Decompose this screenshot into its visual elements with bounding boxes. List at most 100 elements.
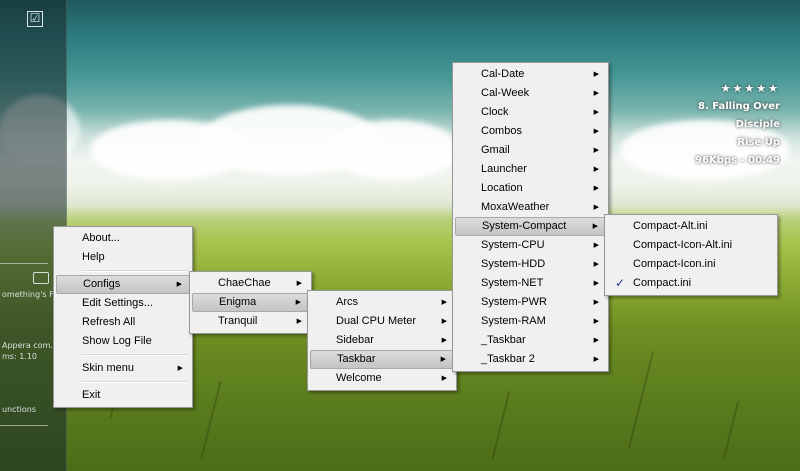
menu-item-clock[interactable]: Clock ▶ [455,103,606,122]
menu-item-arcs[interactable]: Arcs ▶ [310,293,454,312]
submenu-arrow-icon: ▶ [296,318,302,325]
menu-item-about[interactable]: About... [56,229,190,248]
menu-item-gmail[interactable]: Gmail ▶ [455,141,606,160]
menu-item-moxaweather[interactable]: MoxaWeather ▶ [455,198,606,217]
menu-item-skin-menu[interactable]: Skin menu ▶ [56,359,190,378]
menu-item-compact-ini[interactable]: ✓ Compact.ini [607,274,775,293]
menu-item-welcome[interactable]: Welcome ▶ [310,369,454,388]
menu-item-label: _Taskbar [481,334,526,346]
menu-item-configs[interactable]: Configs ▶ [56,275,190,294]
submenu-taskbar: Cal-Date ▶ Cal-Week ▶ Clock ▶ Combos ▶ Gmail ▶ Lau… [452,62,609,372]
submenu-arrow-icon: ▶ [176,281,182,288]
submenu-arrow-icon: ▶ [593,185,599,192]
menu-item-label: Cal-Week [481,87,530,99]
submenu-arrow-icon: ▶ [593,90,599,97]
menu-item-dual-cpu-meter[interactable]: Dual CPU Meter ▶ [310,312,454,331]
menu-item-taskbar[interactable]: _Taskbar ▶ [455,331,606,350]
submenu-arrow-icon: ▶ [593,280,599,287]
submenu-arrow-icon: ▶ [593,356,599,363]
submenu-arrow-icon: ▶ [593,147,599,154]
menu-separator [82,381,188,383]
menu-item-sidebar[interactable]: Sidebar ▶ [310,331,454,350]
menu-item-tranquil[interactable]: Tranquil ▶ [192,312,309,331]
menu-item-label: Show Log File [82,335,152,347]
submenu-arrow-icon: ▶ [440,356,446,363]
menu-item-cal-date[interactable]: Cal-Date ▶ [455,65,606,84]
menu-item-combos[interactable]: Combos ▶ [455,122,606,141]
menu-item-label: ChaeChae [218,277,271,289]
menu-item-label: Dual CPU Meter [336,315,417,327]
menu-item-help[interactable]: Help [56,248,190,267]
submenu-arrow-icon: ▶ [593,242,599,249]
now-playing-widget: ★★★★★ 8. Falling Over Disciple Rise Up 9… [695,80,780,170]
menu-item-label: Gmail [481,144,510,156]
menu-item-chaechae[interactable]: ChaeChae ▶ [192,274,309,293]
checkbox-icon[interactable]: ☑ [27,11,43,27]
cloud [330,120,460,180]
menu-item-taskbar-2[interactable]: _Taskbar 2 ▶ [455,350,606,369]
submenu-system-compact: Compact-Alt.ini Compact-Icon-Alt.ini Compa… [604,214,778,296]
submenu-arrow-icon: ▶ [593,128,599,135]
menu-item-cal-week[interactable]: Cal-Week ▶ [455,84,606,103]
submenu-arrow-icon: ▶ [177,365,183,372]
menu-item-system-compact[interactable]: System-Compact ▶ [455,217,606,236]
menu-item-system-hdd[interactable]: System-HDD ▶ [455,255,606,274]
menu-item-exit[interactable]: Exit [56,386,190,405]
rating-stars[interactable]: ★★★★★ [695,80,780,98]
menu-item-label: About... [82,232,120,244]
menu-separator [82,354,188,356]
menu-item-system-ram[interactable]: System-RAM ▶ [455,312,606,331]
menu-item-compact-icon-alt-ini[interactable]: Compact-Icon-Alt.ini [607,236,775,255]
submenu-arrow-icon: ▶ [593,261,599,268]
submenu-arrow-icon: ▶ [593,318,599,325]
submenu-arrow-icon: ▶ [592,223,598,230]
menu-item-label: System-PWR [481,296,547,308]
menu-item-label: MoxaWeather [481,201,550,213]
context-menu-main: About... Help Configs ▶ Edit Settings... Refr… [53,226,193,408]
menu-item-show-log-file[interactable]: Show Log File [56,332,190,351]
book-icon[interactable] [33,272,49,284]
menu-item-label: System-NET [481,277,544,289]
menu-item-label: Refresh All [82,316,136,328]
track-title: 8. Falling Over [697,101,780,112]
menu-item-label: Compact.ini [633,277,692,289]
menu-item-label: System-HDD [481,258,546,270]
submenu-arrow-icon: ▶ [441,318,447,325]
menu-item-compact-alt-ini[interactable]: Compact-Alt.ini [607,217,775,236]
submenu-arrow-icon: ▶ [441,337,447,344]
menu-item-label: Cal-Date [481,68,525,80]
menu-separator [82,270,188,272]
menu-item-location[interactable]: Location ▶ [455,179,606,198]
menu-item-system-cpu[interactable]: System-CPU ▶ [455,236,606,255]
menu-item-label: Tranquil [218,315,258,327]
menu-item-label: Skin menu [82,362,134,374]
submenu-arrow-icon: ▶ [593,337,599,344]
menu-item-label: Help [82,251,105,263]
submenu-arrow-icon: ▶ [441,375,447,382]
menu-item-enigma[interactable]: Enigma ▶ [192,293,309,312]
submenu-arrow-icon: ▶ [593,204,599,211]
submenu-arrow-icon: ▶ [295,299,301,306]
menu-item-label: Launcher [481,163,527,175]
submenu-arrow-icon: ▶ [296,280,302,287]
menu-item-compact-icon-ini[interactable]: Compact-Icon.ini [607,255,775,274]
menu-item-taskbar[interactable]: Taskbar ▶ [310,350,454,369]
menu-item-label: System-CPU [481,239,545,251]
submenu-configs: ChaeChae ▶ Enigma ▶ Tranquil ▶ [189,271,312,334]
menu-item-label: Taskbar [337,353,376,365]
menu-item-label: Clock [481,106,509,118]
menu-item-label: System-RAM [481,315,546,327]
menu-item-label: Compact-Alt.ini [633,220,708,232]
menu-item-system-pwr[interactable]: System-PWR ▶ [455,293,606,312]
menu-item-label: Arcs [336,296,358,308]
menu-item-edit-settings[interactable]: Edit Settings... [56,294,190,313]
submenu-enigma: Arcs ▶ Dual CPU Meter ▶ Sidebar ▶ Taskbar ▶ Welc… [307,290,457,391]
submenu-arrow-icon: ▶ [593,299,599,306]
menu-item-label: Sidebar [336,334,374,346]
sidebar-text: unctions [2,405,37,414]
menu-item-launcher[interactable]: Launcher ▶ [455,160,606,179]
track-artist: Disciple [735,119,780,130]
menu-item-system-net[interactable]: System-NET ▶ [455,274,606,293]
menu-item-refresh-all[interactable]: Refresh All [56,313,190,332]
track-status: 96Kbps - 00:49 [695,155,780,166]
